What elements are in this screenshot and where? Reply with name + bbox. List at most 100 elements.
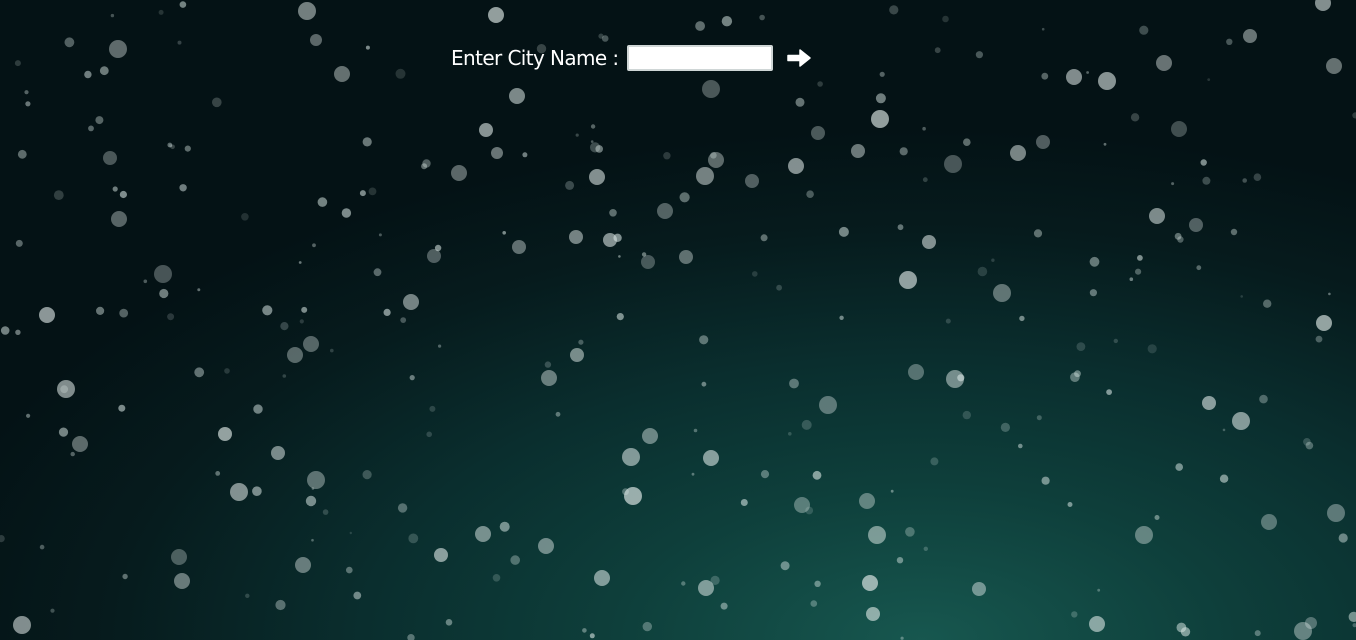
bokeh-particle [745, 174, 759, 188]
bokeh-particle [569, 230, 583, 244]
bokeh-particle [58, 427, 69, 437]
bokeh-particle [241, 213, 249, 221]
bokeh-particle [594, 570, 610, 586]
bokeh-particle [512, 240, 526, 254]
bokeh-particle [373, 268, 382, 277]
bokeh-particle [502, 231, 507, 235]
bokeh-particle [252, 486, 262, 497]
bokeh-particle [1074, 370, 1081, 378]
bokeh-particle [609, 209, 617, 217]
bokeh-particle [322, 509, 329, 515]
bokeh-particle [788, 158, 804, 174]
bokeh-particle [1137, 255, 1143, 261]
bokeh-particle [509, 88, 525, 104]
bokeh-particle [657, 203, 673, 219]
bokeh-particle [760, 234, 768, 242]
bokeh-particle [362, 137, 372, 147]
bokeh-particle [95, 116, 104, 125]
bokeh-particle [177, 40, 182, 45]
bokeh-particle [119, 308, 129, 318]
bokeh-particle [590, 124, 596, 129]
bokeh-particle [601, 35, 609, 42]
bokeh-particle [99, 66, 109, 76]
bokeh-particle [422, 159, 431, 168]
bokeh-particle [499, 521, 510, 532]
bokeh-particle [575, 133, 579, 137]
submit-arrow-button[interactable] [785, 44, 813, 72]
bokeh-particle [159, 288, 169, 299]
bokeh-particle [39, 544, 45, 550]
bokeh-particle [109, 40, 127, 58]
bokeh-particle [1259, 394, 1268, 404]
bokeh-particle [616, 313, 624, 321]
bokeh-particle [194, 367, 205, 378]
bokeh-particle [908, 364, 924, 380]
bokeh-particle [603, 233, 617, 247]
bokeh-particle [60, 385, 69, 394]
bokeh-particle [1139, 25, 1149, 35]
bokeh-particle [143, 279, 148, 284]
bokeh-particle [445, 619, 453, 626]
bokeh-particle [1010, 145, 1026, 161]
bokeh-particle [1154, 515, 1160, 520]
bokeh-particle [875, 93, 886, 104]
bokeh-particle [1327, 504, 1345, 522]
bokeh-particle [158, 9, 164, 15]
bokeh-particle [1156, 55, 1172, 71]
bokeh-particle [179, 1, 187, 8]
bokeh-particle [15, 329, 21, 335]
bokeh-particle [590, 140, 594, 143]
bokeh-particle [1315, 0, 1331, 11]
bokeh-particle [218, 427, 232, 441]
arrow-right-icon [786, 49, 811, 67]
bokeh-particle [1070, 372, 1080, 383]
bokeh-particle [810, 600, 818, 607]
bokeh-particle [1200, 159, 1207, 166]
bokeh-particle [879, 71, 885, 77]
bokeh-particle [427, 249, 441, 263]
bokeh-particle [310, 34, 322, 46]
bokeh-particle [811, 126, 825, 140]
bokeh-particle [1177, 236, 1184, 243]
bokeh-particle [993, 284, 1011, 302]
bokeh-particle [1305, 441, 1314, 450]
city-name-input[interactable] [626, 45, 773, 71]
bokeh-particle [1113, 338, 1119, 344]
bokeh-particle [14, 60, 21, 67]
bokeh-particle [922, 235, 936, 249]
bokeh-particle [544, 361, 552, 368]
bokeh-particle [760, 470, 770, 479]
bokeh-particle [590, 142, 601, 153]
bokeh-particle [0, 326, 10, 335]
bokeh-particle [702, 80, 720, 98]
bokeh-particle [26, 413, 31, 418]
bokeh-particle [271, 446, 285, 460]
bokeh-particle [1226, 38, 1233, 45]
bokeh-particle [900, 636, 904, 640]
bokeh-particle [862, 575, 878, 591]
bokeh-particle [1348, 611, 1356, 622]
bokeh-particle [1189, 218, 1203, 232]
bokeh-particle [641, 255, 655, 269]
bokeh-particle [776, 284, 782, 291]
bokeh-particle [112, 186, 118, 192]
bokeh-particle [0, 535, 5, 543]
bokeh-particle [618, 255, 621, 258]
bokeh-particle [1222, 428, 1226, 432]
bokeh-particle [400, 317, 407, 323]
bokeh-particle [975, 51, 984, 59]
bokeh-particle [353, 591, 362, 600]
bokeh-particle [962, 410, 971, 420]
bokeh-particle [88, 125, 94, 132]
bokeh-particle [110, 13, 115, 18]
bokeh-particle [334, 66, 350, 82]
bokeh-particle [780, 561, 790, 571]
bokeh-particle [1089, 256, 1100, 267]
bokeh-particle [1098, 72, 1116, 90]
bokeh-particle [510, 555, 520, 565]
bokeh-particle [224, 368, 230, 374]
bokeh-particle [897, 224, 904, 231]
bokeh-particle [812, 470, 822, 480]
bokeh-particle [346, 566, 353, 574]
bokeh-particle [720, 602, 728, 610]
